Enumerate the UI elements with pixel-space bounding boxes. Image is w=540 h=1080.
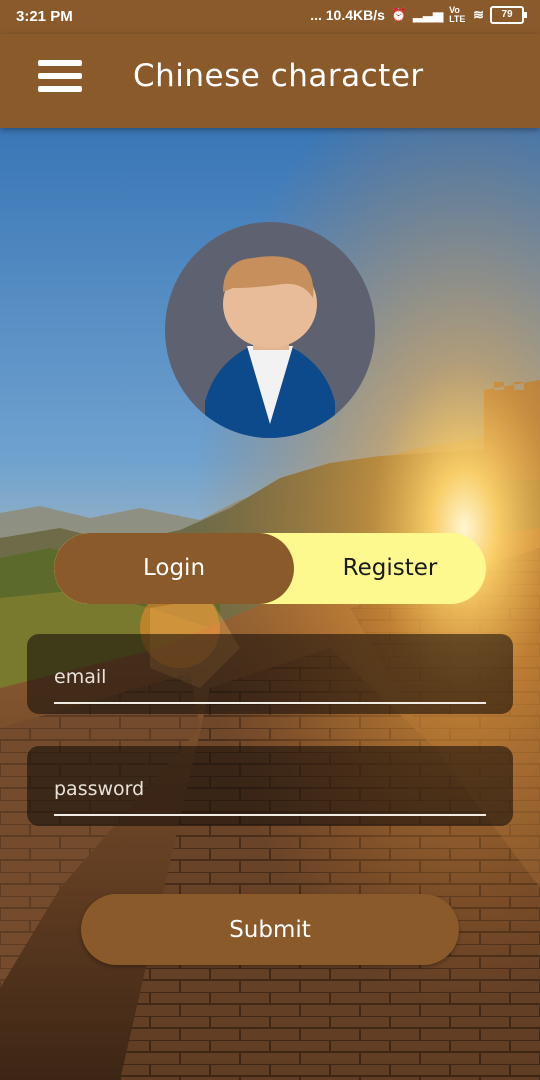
password-field-container	[27, 746, 513, 826]
email-field-container	[27, 634, 513, 714]
menu-line	[38, 60, 82, 66]
app-bar: Chinese character	[0, 34, 540, 128]
battery-icon: 79	[490, 6, 527, 24]
app-title: Chinese character	[133, 58, 424, 94]
signal-icon: ▂▃▅	[413, 7, 444, 22]
network-speed: ... 10.4KB/s	[310, 7, 385, 23]
menu-line	[38, 86, 82, 92]
submit-button[interactable]: Submit	[81, 894, 459, 965]
hamburger-menu-icon[interactable]	[38, 58, 84, 98]
password-field[interactable]	[54, 764, 486, 816]
status-time: 3:21 PM	[16, 8, 73, 25]
wifi-icon: ≋	[473, 7, 484, 22]
user-avatar	[165, 222, 375, 438]
status-bar: 3:21 PM ... 10.4KB/s ⏰ ▂▃▅ Vo LTE ≋ 79	[0, 0, 540, 34]
volte-label: Vo LTE	[449, 5, 466, 24]
alarm-icon: ⏰	[390, 7, 408, 22]
status-icons: ... 10.4KB/s ⏰ ▂▃▅ Vo LTE ≋ 79	[310, 5, 527, 24]
tab-login[interactable]: Login	[54, 533, 294, 604]
email-field[interactable]	[54, 652, 486, 704]
battery-level: 79	[501, 9, 513, 20]
auth-mode-toggle: Login Register	[54, 533, 486, 604]
menu-line	[38, 73, 82, 79]
tab-register[interactable]: Register	[294, 533, 486, 604]
